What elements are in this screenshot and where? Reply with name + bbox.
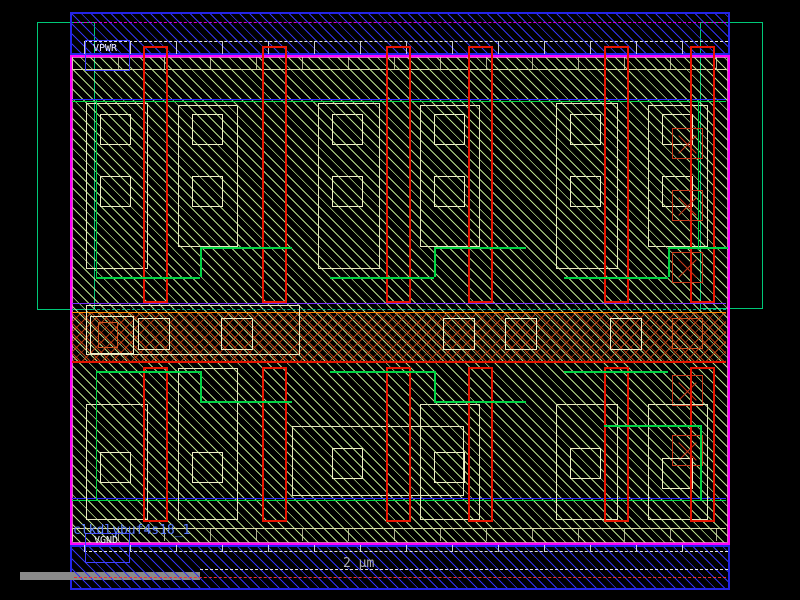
diffusion-edge [200, 401, 292, 403]
contact [100, 452, 131, 483]
poly-gate [143, 46, 168, 303]
diffusion-edge [96, 371, 200, 373]
diffusion-edge [96, 100, 97, 277]
diffusion-edge [200, 247, 202, 277]
contact [662, 458, 693, 489]
diffusion-edge [330, 277, 434, 279]
contact [100, 114, 131, 145]
li-rect [178, 368, 238, 520]
diffusion-edge [668, 247, 670, 277]
poly-gate [386, 367, 411, 522]
mid-contact [138, 318, 170, 350]
mid-contact [505, 318, 537, 350]
rail-red-dashed-line [74, 577, 726, 578]
poly-gate [143, 367, 168, 522]
scale-label: 2 µm [343, 557, 374, 570]
vgnd-label: VGND [94, 536, 118, 546]
mid-contact-inner [98, 322, 118, 348]
contact [570, 176, 601, 207]
diffusion-edge [434, 401, 526, 403]
cell-name-label: clkdlybuf4s18_1 [73, 524, 190, 537]
poly-gate [386, 46, 411, 303]
vpwr-label: VPWR [93, 44, 117, 54]
contact [434, 452, 465, 483]
contact [192, 176, 223, 207]
contact [434, 114, 465, 145]
poly-gate [262, 46, 287, 303]
licon-x [672, 128, 703, 159]
diffusion-edge [96, 371, 97, 500]
purple-boundary-line [72, 303, 726, 304]
diffusion-edge [434, 247, 436, 277]
mid-contact [221, 318, 253, 350]
contact [434, 176, 465, 207]
poly-gate [468, 46, 493, 303]
vpwr-center-dashed-line [74, 22, 726, 23]
contact [192, 114, 223, 145]
contact [570, 114, 601, 145]
diffusion-edge [200, 247, 292, 249]
poly-gate [604, 367, 629, 522]
contact [192, 452, 223, 483]
licon-x [672, 252, 703, 283]
vgnd-tick-comb [84, 545, 728, 552]
contact [100, 176, 131, 207]
mid-contact [443, 318, 475, 350]
diffusion-edge [434, 371, 436, 401]
diffusion-edge [604, 425, 700, 427]
layout-canvas[interactable]: VPWR clkdlybuf4s18_1 VGND 2 µm [0, 0, 800, 600]
mid-contact [610, 318, 642, 350]
diffusion-edge [564, 277, 668, 279]
diffusion-edge [564, 371, 668, 373]
poly-gate [690, 367, 715, 522]
poly-gate [604, 46, 629, 303]
contact [332, 448, 363, 479]
contact [332, 114, 363, 145]
scale-dashed-line [200, 569, 728, 570]
poly-gate [468, 367, 493, 522]
contact [332, 176, 363, 207]
diffusion-edge [330, 371, 434, 373]
contact [570, 448, 601, 479]
scale-bar-rail-overlay [74, 572, 200, 580]
diffusion-edge [700, 425, 702, 500]
diffusion-edge [698, 100, 699, 250]
diffusion-edge [200, 371, 202, 401]
diffusion-edge [434, 247, 526, 249]
mid-contact-poly [672, 318, 703, 349]
poly-band-red-edge [72, 361, 726, 363]
diffusion-edge [96, 277, 200, 279]
licon-x [672, 190, 703, 221]
poly-gate [262, 367, 287, 522]
